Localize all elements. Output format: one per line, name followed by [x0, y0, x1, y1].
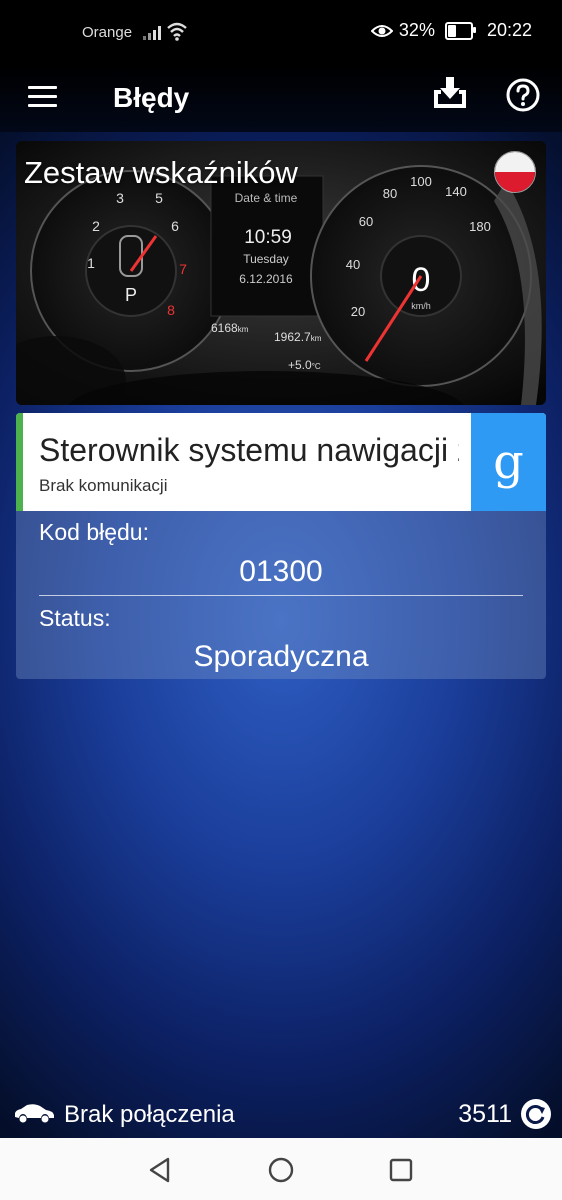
ecu-title: Zestaw wskaźników [24, 155, 298, 190]
speed-tick: 40 [346, 257, 360, 272]
signal-icon [143, 24, 161, 40]
help-icon[interactable] [506, 78, 540, 112]
speed-tick: 60 [359, 214, 373, 229]
app-bar: Błędy [0, 66, 562, 132]
download-icon[interactable] [430, 74, 470, 114]
fault-header[interactable]: Sterownik systemu nawigacji z Brak komun… [16, 413, 546, 511]
counter-value: 3511 [458, 1100, 512, 1128]
google-search-button[interactable]: g [471, 413, 546, 511]
battery-percent: 32% [398, 20, 435, 40]
cluster-date-label: Date & time [235, 191, 298, 205]
poland-flag-icon [494, 151, 536, 193]
rpm-tick: 6 [171, 218, 179, 234]
outside-temp: +5.0 [288, 358, 312, 372]
speed-readout: 0 [412, 261, 431, 299]
rpm-tick: 8 [167, 302, 175, 318]
odometer-unit: km [238, 325, 249, 334]
speed-tick: 100 [410, 174, 432, 189]
fault-accent-stripe [16, 413, 23, 511]
range-unit: km [311, 334, 322, 343]
rpm-tick: 5 [155, 190, 163, 206]
range: 1962.7 [274, 330, 311, 344]
speed-unit: km/h [411, 301, 431, 311]
carrier-label: Orange [82, 24, 133, 41]
rpm-tick: 1 [87, 255, 95, 271]
speed-tick: 180 [469, 219, 491, 234]
eye-icon [370, 24, 393, 37]
cluster-day: Tuesday [243, 252, 289, 266]
refresh-icon[interactable] [520, 1098, 552, 1130]
speed-tick: 80 [383, 186, 397, 201]
gear-indicator: P [125, 285, 137, 305]
menu-icon[interactable] [26, 84, 60, 110]
fault-card: Sterownik systemu nawigacji z Brak komun… [16, 413, 546, 679]
cluster-date: 6.12.2016 [239, 272, 293, 286]
status-bar: Orange 32% 20:22 [0, 0, 562, 66]
rpm-tick: 7 [179, 261, 187, 277]
car-icon [15, 1104, 54, 1123]
battery-icon [444, 21, 476, 40]
clock: 20:22 [486, 20, 532, 40]
home-icon[interactable] [267, 1156, 295, 1184]
ecu-banner[interactable]: 1 2 3 5 6 7 8 P Date & time 10:59 Tuesda… [16, 141, 546, 405]
odometer: 6168 [211, 321, 238, 335]
rpm-tick: 2 [92, 218, 100, 234]
fault-subtitle: Brak komunikacji [39, 476, 168, 495]
page-title: Błędy [113, 82, 190, 113]
fault-status-label: Status: [39, 605, 111, 631]
temp-unit: °C [312, 362, 321, 371]
back-icon[interactable] [146, 1156, 174, 1184]
wifi-icon [167, 22, 187, 41]
recents-icon[interactable] [387, 1156, 415, 1184]
speed-tick: 20 [351, 304, 365, 319]
fault-module-name: Sterownik systemu nawigacji z [39, 432, 459, 468]
cluster-time: 10:59 [244, 227, 292, 248]
fault-code-label: Kod błędu: [39, 519, 149, 545]
connection-status-text: Brak połączenia [64, 1101, 235, 1128]
connection-status-bar: Brak połączenia 3511 [0, 1090, 562, 1138]
navigation-bar [0, 1138, 562, 1200]
fault-status-value: Sporadyczna [193, 640, 369, 673]
fault-code-value: 01300 [239, 555, 323, 588]
rpm-tick: 3 [116, 190, 124, 206]
speed-tick: 140 [445, 184, 467, 199]
divider [39, 595, 523, 596]
